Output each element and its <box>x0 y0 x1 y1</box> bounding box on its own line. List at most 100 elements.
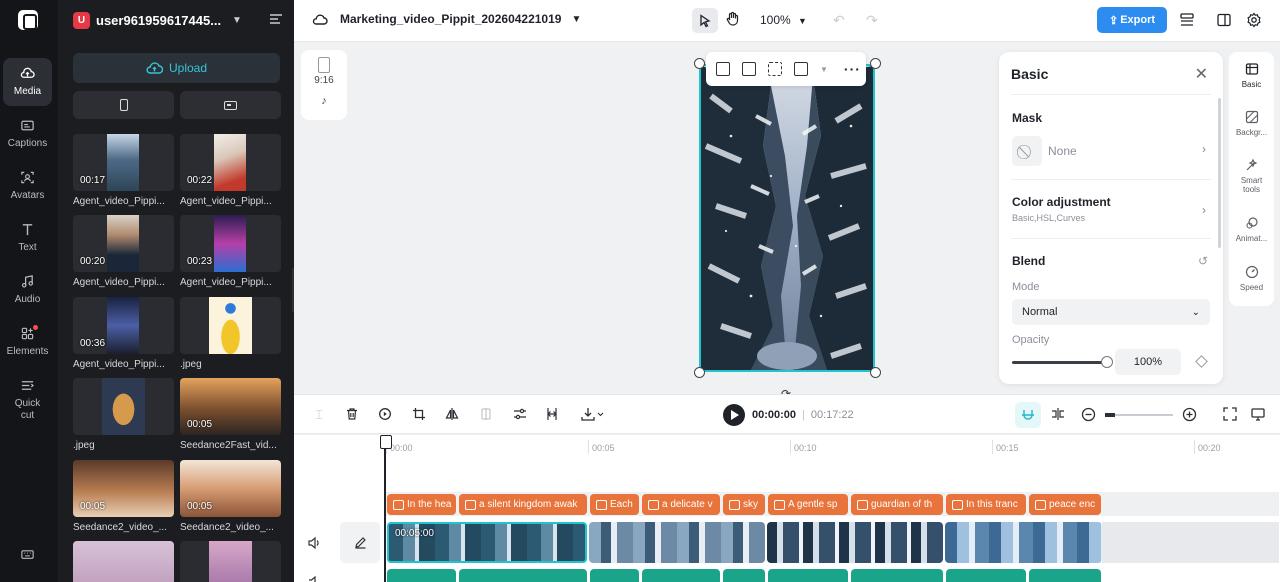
playhead[interactable] <box>380 435 392 582</box>
video-preview[interactable] <box>699 64 875 372</box>
media-item[interactable]: 00:05 Seedance2_video_... <box>73 460 174 533</box>
media-item[interactable]: .jpeg <box>180 297 281 370</box>
audio-clip[interactable] <box>387 569 456 582</box>
reset-icon[interactable]: ↺ <box>1198 254 1208 268</box>
split-icon[interactable]: ⌶ <box>311 407 327 423</box>
sidebar-item-media[interactable]: Media <box>3 58 52 106</box>
color-adjustment-label[interactable]: Color adjustment <box>1012 195 1111 209</box>
sidebar-item-text[interactable]: Text <box>3 214 52 262</box>
download-icon[interactable] <box>578 407 608 423</box>
gear-icon[interactable] <box>1245 11 1263 29</box>
media-item[interactable]: .jpeg <box>73 378 174 451</box>
no-mask-icon[interactable]: ⃠ <box>1012 136 1042 166</box>
sidebar-item-elements[interactable]: Elements <box>3 318 52 366</box>
trash-icon[interactable] <box>344 407 360 423</box>
mask-value[interactable]: None <box>1048 144 1077 158</box>
flip-icon[interactable] <box>444 407 460 423</box>
opacity-input[interactable]: 100% <box>1115 349 1181 375</box>
tasks-icon[interactable] <box>1178 11 1196 29</box>
zoom-in-icon[interactable] <box>1181 407 1197 423</box>
tab-speed[interactable]: Speed <box>1229 265 1274 292</box>
upload-button[interactable]: Upload <box>73 53 280 83</box>
caption-clip[interactable]: Each <box>590 494 639 515</box>
magnet-snap-button[interactable] <box>1015 402 1041 428</box>
video-clip[interactable] <box>589 522 765 563</box>
preview-window-icon[interactable] <box>1250 407 1266 423</box>
caption-clip[interactable]: In the hea <box>387 494 456 515</box>
media-item[interactable]: 00:17 Agent_video_Pippi... <box>73 134 174 207</box>
select-tool-button[interactable] <box>692 8 718 33</box>
crop-fit-icon[interactable] <box>742 62 756 76</box>
layout-icon[interactable] <box>1215 11 1233 29</box>
replay-icon[interactable] <box>377 407 393 423</box>
sidebar-item-captions[interactable]: Captions <box>3 110 52 158</box>
caption-clip[interactable]: a delicate v <box>642 494 720 515</box>
media-item[interactable]: 00:23 Agent_video_Pippi... <box>180 215 281 288</box>
media-item[interactable]: 00:20 Agent_video_Pippi... <box>73 215 174 288</box>
chevron-right-icon[interactable]: › <box>1202 203 1206 217</box>
chevron-down-icon[interactable]: ▼ <box>820 65 828 74</box>
video-clip[interactable] <box>767 522 943 563</box>
layer-icon[interactable] <box>794 62 808 76</box>
sidebar-item-avatars[interactable]: Avatars <box>3 162 52 210</box>
chevron-right-icon[interactable]: › <box>1202 142 1206 156</box>
edit-track-button[interactable] <box>340 522 380 563</box>
media-item[interactable]: 00:22 Agent_video_Pippi... <box>180 134 281 207</box>
blend-mode-select[interactable]: Normal ⌄ <box>1012 299 1210 325</box>
tab-background[interactable]: Backgr... <box>1229 110 1274 137</box>
audio-clip[interactable] <box>851 569 943 582</box>
volume-icon[interactable] <box>307 536 321 553</box>
audio-clip[interactable] <box>1029 569 1101 582</box>
media-item[interactable] <box>180 541 281 582</box>
resize-handle[interactable] <box>870 367 881 378</box>
opacity-slider[interactable] <box>1012 361 1106 364</box>
mirror-icon[interactable] <box>478 407 494 423</box>
play-button[interactable] <box>723 404 745 426</box>
keyframe-icon[interactable] <box>1195 355 1208 368</box>
landscape-filter-button[interactable] <box>180 91 281 119</box>
video-clip[interactable] <box>945 522 1102 563</box>
replace-icon[interactable] <box>716 62 730 76</box>
tab-basic[interactable]: Basic <box>1229 62 1274 89</box>
tab-animation[interactable]: Animat... <box>1229 216 1274 243</box>
zoom-out-icon[interactable] <box>1080 407 1096 423</box>
undo-icon[interactable]: ↶ <box>833 12 845 29</box>
adjust-icon[interactable] <box>512 407 528 423</box>
video-clip[interactable]: 00:05:00 <box>387 522 587 563</box>
close-icon[interactable]: ✕ <box>1195 64 1208 84</box>
timeline-zoom-slider[interactable] <box>1105 413 1173 417</box>
redo-icon[interactable]: ↷ <box>866 12 878 29</box>
audio-clip[interactable] <box>946 569 1026 582</box>
crop-icon[interactable] <box>411 407 427 423</box>
app-logo-icon[interactable] <box>18 10 38 30</box>
audio-clip[interactable] <box>459 569 587 582</box>
caption-clip[interactable]: peace enc <box>1029 494 1101 515</box>
audio-clip[interactable] <box>590 569 639 582</box>
media-item[interactable]: 00:05 Seedance2_video_... <box>180 460 281 533</box>
caption-clip[interactable]: In this tranc <box>946 494 1026 515</box>
smart-cut-icon[interactable] <box>544 407 560 423</box>
crop-icon[interactable] <box>768 62 782 76</box>
audio-clip[interactable] <box>768 569 848 582</box>
caption-clip[interactable]: a silent kingdom awak <box>459 494 587 515</box>
opacity-slider-knob[interactable] <box>1101 356 1113 368</box>
caption-clip[interactable]: sky <box>723 494 765 515</box>
account-switcher[interactable]: U user961959617445... ▼ <box>73 11 283 29</box>
fullscreen-icon[interactable] <box>1222 407 1238 423</box>
tab-smart-tools[interactable]: Smart tools <box>1229 158 1274 194</box>
caption-clip[interactable]: guardian of th <box>851 494 943 515</box>
audio-clip[interactable] <box>723 569 765 582</box>
audio-clip[interactable] <box>642 569 720 582</box>
more-icon[interactable]: ··· <box>844 61 861 77</box>
resize-handle[interactable] <box>694 58 705 69</box>
menu-icon[interactable] <box>269 13 283 28</box>
sidebar-item-quick-cut[interactable]: Quick cut <box>3 370 52 428</box>
scrollbar[interactable] <box>1218 98 1221 248</box>
resize-handle[interactable] <box>870 58 881 69</box>
aspect-ratio-card[interactable]: 9:16 ♪ <box>301 50 347 120</box>
zoom-dropdown[interactable]: 100% ▼ <box>760 13 807 27</box>
media-item[interactable]: 00:05 Seedance2Fast_vid... <box>180 378 281 451</box>
portrait-filter-button[interactable] <box>73 91 174 119</box>
media-item[interactable] <box>73 541 174 582</box>
caption-clip[interactable]: A gentle sp <box>768 494 848 515</box>
